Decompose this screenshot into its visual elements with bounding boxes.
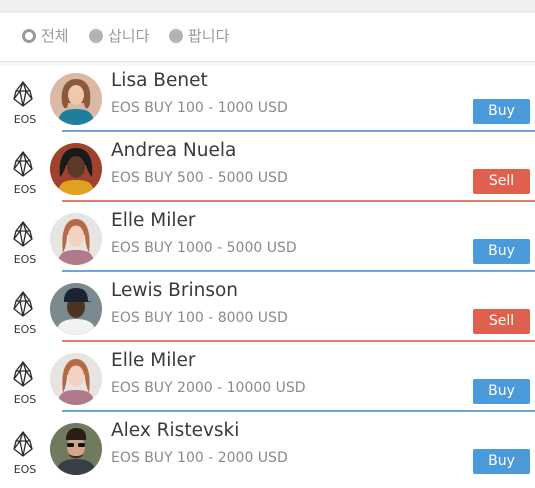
user-name: Lisa Benet (111, 70, 208, 91)
eos-icon (13, 151, 33, 177)
row-divider (62, 270, 535, 272)
eos-icon (13, 431, 33, 457)
coin-label: EOS (13, 463, 37, 476)
coin-badge: EOS (8, 81, 38, 126)
coin-badge: EOS (8, 361, 38, 406)
avatar (50, 283, 102, 335)
coin-badge: EOS (8, 151, 38, 196)
row-divider (62, 130, 535, 132)
user-name: Andrea Nuela (111, 140, 237, 161)
user-name: Elle Miler (111, 350, 196, 371)
eos-icon (13, 291, 33, 317)
avatar (50, 423, 102, 475)
radio-unselected-icon (89, 29, 103, 43)
list-item[interactable]: EOS Elle Miler EOS BUY 2000 - 10000 USD … (0, 348, 535, 418)
list-item[interactable]: EOS Elle Miler EOS BUY 1000 - 5000 USD B… (0, 208, 535, 278)
buy-button[interactable]: Buy (473, 239, 530, 264)
coin-label: EOS (13, 253, 37, 266)
top-strip (0, 0, 535, 13)
eos-icon (13, 221, 33, 247)
filter-sell[interactable]: 팝니다 (169, 26, 229, 46)
list-gap (0, 62, 535, 66)
sell-button[interactable]: Sell (473, 169, 530, 194)
offer-range: EOS BUY 100 - 2000 USD (111, 450, 288, 466)
user-name: Elle Miler (111, 210, 196, 231)
offer-range: EOS BUY 500 - 5000 USD (111, 170, 288, 186)
user-name: Alex Ristevski (111, 420, 240, 441)
filter-buy-label: 삽니다 (108, 27, 150, 45)
list-item[interactable]: EOS Andrea Nuela EOS BUY 500 - 5000 USD … (0, 138, 535, 208)
row-divider (62, 410, 535, 412)
eos-icon (13, 81, 33, 107)
user-name: Lewis Brinson (111, 280, 238, 301)
filter-all[interactable]: 전체 (22, 26, 69, 46)
filter-buy[interactable]: 삽니다 (89, 26, 149, 46)
coin-badge: EOS (8, 431, 38, 476)
coin-label: EOS (13, 113, 37, 126)
coin-badge: EOS (8, 221, 38, 266)
offer-range: EOS BUY 100 - 8000 USD (111, 310, 288, 326)
filter-sell-label: 팝니다 (188, 27, 230, 45)
avatar (50, 73, 102, 125)
coin-label: EOS (13, 393, 37, 406)
buy-button[interactable]: Buy (473, 379, 530, 404)
radio-unselected-icon (169, 29, 183, 43)
sell-button[interactable]: Sell (473, 309, 530, 334)
avatar (50, 213, 102, 265)
coin-badge: EOS (8, 291, 38, 336)
row-divider (62, 200, 535, 202)
avatar (50, 143, 102, 195)
radio-selected-icon (22, 29, 36, 43)
avatar (50, 353, 102, 405)
filter-all-label: 전체 (41, 27, 69, 45)
list-item[interactable]: EOS Lewis Brinson EOS BUY 100 - 8000 USD… (0, 278, 535, 348)
buy-button[interactable]: Buy (473, 99, 530, 124)
filter-bar: 전체 삽니다 팝니다 (0, 13, 535, 62)
eos-icon (13, 361, 33, 387)
coin-label: EOS (13, 323, 37, 336)
row-divider (62, 340, 535, 342)
offer-range: EOS BUY 100 - 1000 USD (111, 100, 288, 116)
offer-range: EOS BUY 2000 - 10000 USD (111, 380, 306, 396)
list-item[interactable]: EOS Lisa Benet EOS BUY 100 - 1000 USD Bu… (0, 68, 535, 138)
offer-range: EOS BUY 1000 - 5000 USD (111, 240, 297, 256)
buy-button[interactable]: Buy (473, 449, 530, 474)
coin-label: EOS (13, 183, 37, 196)
